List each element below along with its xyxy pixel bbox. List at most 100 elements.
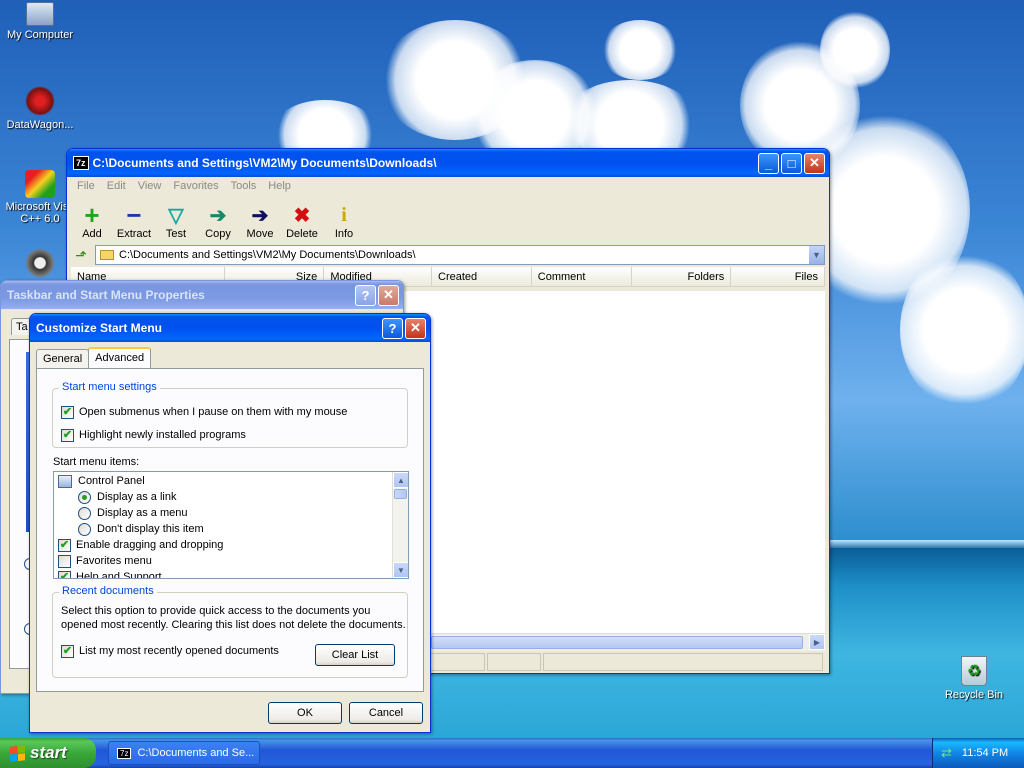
- datawagon-icon: [25, 86, 55, 116]
- add-button[interactable]: + Add: [71, 200, 113, 241]
- control-panel-icon: [58, 474, 72, 488]
- task-label: C:\Documents and Se...: [137, 747, 255, 759]
- tool-label: Test: [165, 228, 187, 240]
- menu-file[interactable]: File: [71, 180, 101, 192]
- sevenzip-app-icon: 7z: [73, 156, 89, 170]
- start-button[interactable]: start: [0, 738, 96, 768]
- radio-button: [78, 506, 91, 520]
- close-icon: ✕: [383, 287, 394, 302]
- tool-label: Extract: [116, 228, 152, 240]
- address-dropdown-button[interactable]: ▼: [808, 246, 824, 264]
- group-title: Start menu settings: [59, 381, 160, 393]
- windows-logo-icon: [10, 744, 25, 762]
- address-path: C:\Documents and Settings\VM2\My Documen…: [119, 249, 416, 261]
- desktop-icon-my-computer[interactable]: My Computer: [0, 2, 80, 41]
- chevron-down-icon: ▼: [812, 250, 821, 260]
- taskbar-properties-title: Taskbar and Start Menu Properties: [7, 288, 205, 302]
- description-line: Select this option to provide quick acce…: [61, 605, 371, 617]
- menu-help[interactable]: Help: [262, 180, 297, 192]
- taskbar-properties-titlebar[interactable]: Taskbar and Start Menu Properties ? ✕: [1, 281, 403, 309]
- customize-titlebar[interactable]: Customize Start Menu ? ✕: [30, 314, 430, 342]
- copy-button[interactable]: ➔ Copy: [197, 202, 239, 241]
- vertical-scrollbar[interactable]: ▲ ▼: [392, 472, 408, 578]
- move-button[interactable]: ➔ Move: [239, 202, 281, 241]
- delete-button[interactable]: ✖ Delete: [281, 202, 323, 241]
- checkbox: ✔: [61, 405, 74, 419]
- delete-icon: ✖: [293, 204, 311, 227]
- radio-label: Display as a menu: [97, 507, 188, 519]
- favorites-menu-checkbox[interactable]: Favorites menu: [58, 553, 152, 569]
- clock[interactable]: 11:54 PM: [962, 747, 1008, 759]
- menu-tools[interactable]: Tools: [225, 180, 263, 192]
- close-button[interactable]: ✕: [378, 284, 399, 306]
- group-title: Recent documents: [59, 585, 157, 597]
- checkbox: ✔: [58, 570, 71, 578]
- column-comment[interactable]: Comment: [531, 267, 632, 286]
- up-folder-icon[interactable]: ⬏: [71, 247, 91, 264]
- desktop-icon-label: DataWagon...: [6, 119, 74, 131]
- sevenzip-titlebar[interactable]: 7z C:\Documents and Settings\VM2\My Docu…: [67, 149, 829, 177]
- info-button[interactable]: i Info: [323, 202, 365, 241]
- extract-button[interactable]: − Extract: [113, 200, 155, 241]
- network-icon[interactable]: ⇄: [941, 745, 952, 761]
- sevenzip-title: C:\Documents and Settings\VM2\My Documen…: [92, 156, 437, 170]
- column-folders[interactable]: Folders: [631, 267, 732, 286]
- display-as-link-radio[interactable]: Display as a link: [78, 489, 176, 505]
- checkbox-label: Favorites menu: [76, 555, 152, 567]
- clear-list-button[interactable]: Clear List: [315, 644, 395, 666]
- list-item-label: Control Panel: [78, 475, 145, 487]
- help-support-checkbox[interactable]: ✔ Help and Support: [58, 569, 162, 579]
- radio-label: Don't display this item: [97, 523, 204, 535]
- help-icon: ?: [388, 320, 397, 336]
- chevron-right-icon: ▶: [813, 637, 821, 647]
- customize-start-menu-dialog: Customize Start Menu ? ✕ General Advance…: [29, 313, 431, 733]
- test-button[interactable]: ▽ Test: [155, 202, 197, 241]
- help-button[interactable]: ?: [355, 284, 376, 306]
- display-as-menu-radio[interactable]: Display as a menu: [78, 505, 188, 521]
- description-line: opened most recently. Clearing this list…: [61, 619, 406, 631]
- taskbar-task-sevenzip[interactable]: 7z C:\Documents and Se...: [108, 741, 260, 765]
- minimize-button[interactable]: _: [758, 152, 779, 174]
- menu-favorites[interactable]: Favorites: [167, 180, 224, 192]
- address-combobox[interactable]: C:\Documents and Settings\VM2\My Documen…: [95, 245, 825, 265]
- recycle-bin-icon: ♻: [961, 656, 987, 686]
- open-submenus-checkbox[interactable]: ✔ Open submenus when I pause on them with…: [61, 404, 347, 420]
- tab-general[interactable]: General: [36, 349, 90, 368]
- start-label: start: [30, 743, 67, 762]
- column-created[interactable]: Created: [432, 267, 532, 286]
- ok-button[interactable]: OK: [268, 702, 342, 724]
- maximize-button[interactable]: □: [781, 152, 802, 174]
- chevron-up-icon: ▲: [397, 475, 405, 485]
- help-button[interactable]: ?: [382, 317, 403, 339]
- desktop-icon-recycle-bin[interactable]: ♻ Recycle Bin: [934, 656, 1014, 701]
- desktop-icon-datawagon[interactable]: DataWagon...: [0, 86, 80, 131]
- menu-edit[interactable]: Edit: [101, 180, 132, 192]
- scrollbar-thumb[interactable]: [394, 489, 407, 499]
- checkbox: ✔: [61, 644, 74, 658]
- checkbox-label: List my most recently opened documents: [79, 645, 279, 657]
- dont-display-radio[interactable]: Don't display this item: [78, 521, 204, 537]
- highlight-programs-checkbox[interactable]: ✔ Highlight newly installed programs: [61, 427, 246, 443]
- scroll-up-button[interactable]: ▲: [393, 472, 408, 488]
- radio-button: [78, 490, 91, 504]
- dragging-dropping-checkbox[interactable]: ✔ Enable dragging and dropping: [58, 537, 223, 553]
- tool-label: Move: [246, 228, 274, 240]
- checkbox-label: Help and Support: [76, 571, 162, 579]
- scroll-down-button[interactable]: ▼: [393, 562, 408, 578]
- visual-cpp-icon: [25, 170, 55, 198]
- cancel-button[interactable]: Cancel: [349, 702, 423, 724]
- tab-advanced[interactable]: Advanced: [88, 347, 152, 368]
- menu-view[interactable]: View: [132, 180, 168, 192]
- close-button[interactable]: ✕: [405, 317, 426, 339]
- close-icon: ✕: [410, 320, 421, 335]
- column-files[interactable]: Files: [731, 267, 825, 286]
- toolbar: + Add − Extract ▽ Test ➔ Copy ➔ Move ✖ Delete …: [67, 195, 829, 243]
- close-button[interactable]: ✕: [804, 152, 825, 174]
- scrollbar-thumb[interactable]: [431, 636, 803, 649]
- start-menu-settings-group: Start menu settings ✔ Open submenus when …: [52, 381, 408, 448]
- desktop-icon-label: My Computer: [6, 29, 74, 41]
- list-recent-documents-checkbox[interactable]: ✔ List my most recently opened documents: [61, 643, 279, 659]
- scroll-right-button[interactable]: ▶: [809, 634, 825, 650]
- desktop-icon-label: Recycle Bin: [944, 689, 1004, 701]
- start-menu-items-list[interactable]: Control Panel Display as a link Display …: [53, 471, 409, 579]
